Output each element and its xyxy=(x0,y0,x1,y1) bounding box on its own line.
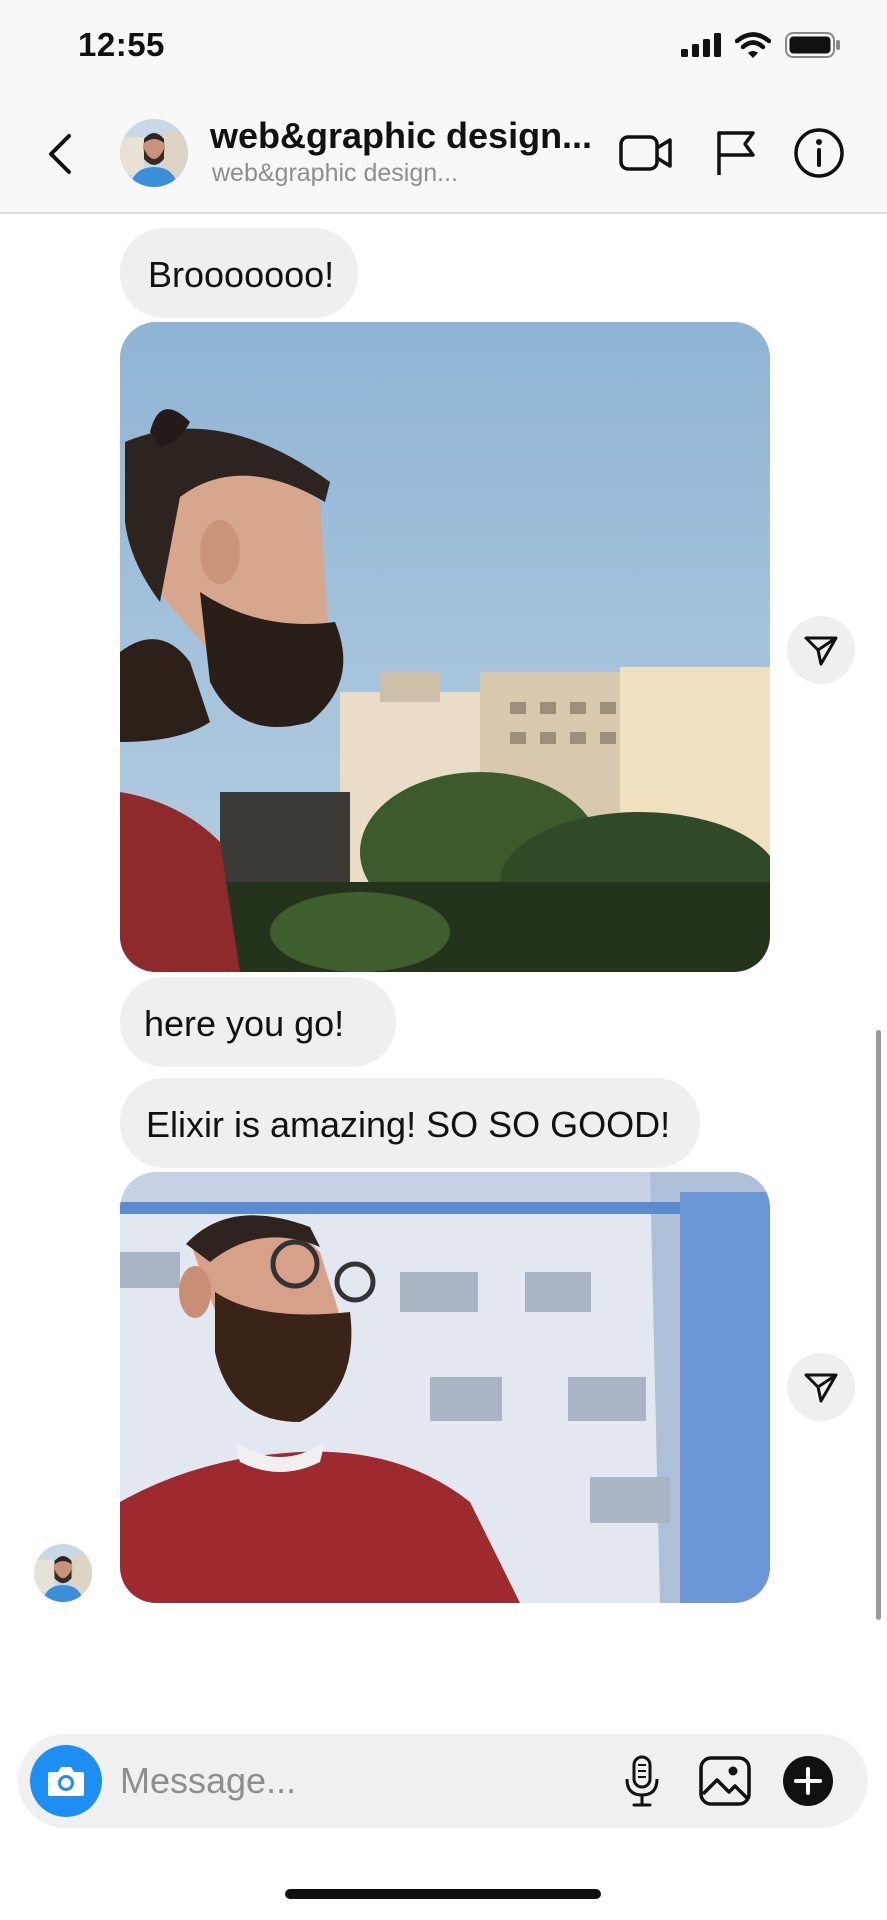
add-content-button[interactable] xyxy=(778,1751,838,1811)
signal-icon xyxy=(681,33,721,57)
message-photo[interactable] xyxy=(120,1172,770,1603)
flag-icon xyxy=(717,131,755,175)
video-call-icon xyxy=(619,135,672,171)
info-icon xyxy=(794,128,844,178)
message-text: here you go! xyxy=(144,1003,345,1044)
contact-avatar[interactable] xyxy=(120,119,188,187)
message-text: Brooooooo! xyxy=(148,254,335,295)
message-bubble[interactable]: Brooooooo! xyxy=(120,228,358,318)
sender-avatar[interactable] xyxy=(34,1544,92,1602)
wifi-icon xyxy=(735,32,771,58)
message-composer xyxy=(18,1734,868,1828)
chat-title[interactable]: web&graphic design... xyxy=(210,115,592,157)
home-indicator[interactable] xyxy=(285,1889,601,1899)
gallery-icon xyxy=(699,1756,751,1806)
message-photo[interactable] xyxy=(120,322,770,972)
plus-icon xyxy=(783,1756,833,1806)
share-photo-button[interactable] xyxy=(787,616,855,684)
photo-man-building xyxy=(120,1172,770,1603)
back-chevron-icon xyxy=(49,134,71,174)
message-input[interactable] xyxy=(120,1756,600,1806)
status-bar: 12:55 xyxy=(0,0,887,95)
chat-subtitle: web&graphic design... xyxy=(212,159,458,187)
message-text: Elixir is amazing! SO SO GOOD! xyxy=(146,1104,671,1145)
share-photo-button[interactable] xyxy=(787,1353,855,1421)
camera-button[interactable] xyxy=(30,1745,102,1817)
chat-header: web&graphic design... web&graphic design… xyxy=(0,95,887,214)
photo-man-profile xyxy=(120,322,770,972)
status-icons xyxy=(681,32,841,58)
status-time: 12:55 xyxy=(78,26,165,63)
back-button[interactable] xyxy=(38,129,82,179)
report-flag-button[interactable] xyxy=(708,125,764,181)
message-bubble[interactable]: here you go! xyxy=(120,977,396,1067)
share-send-icon xyxy=(804,1373,838,1403)
camera-icon xyxy=(48,1767,84,1796)
microphone-icon xyxy=(625,1755,659,1807)
message-bubble[interactable]: Elixir is amazing! SO SO GOOD! xyxy=(120,1078,700,1168)
voice-message-button[interactable] xyxy=(612,1751,672,1811)
share-send-icon xyxy=(804,636,838,666)
video-call-button[interactable] xyxy=(618,125,674,181)
avatar-image xyxy=(120,119,188,187)
battery-icon xyxy=(785,32,840,58)
info-button[interactable] xyxy=(791,125,847,181)
avatar-image xyxy=(34,1544,92,1602)
gallery-button[interactable] xyxy=(695,1751,755,1811)
scrollbar[interactable] xyxy=(876,1030,881,1620)
